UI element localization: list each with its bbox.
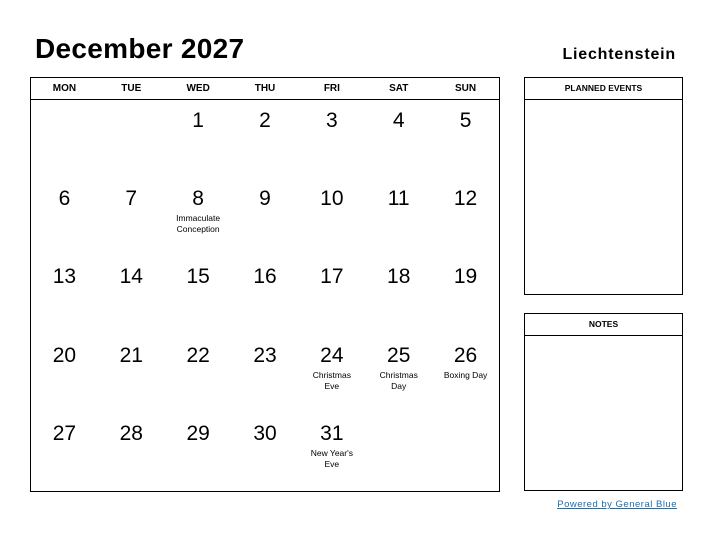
weekday-sat: SAT [389, 83, 409, 94]
day-number: 29 [186, 421, 210, 445]
day-number: 20 [52, 343, 77, 367]
day-cell: 31 New Year's Eve [298, 413, 365, 491]
calendar-title: December 2027 [35, 33, 245, 64]
calendar-grid: MON TUE WED THU FRI SAT SUN 1 2 3 4 5 6 7 8 Imma… [30, 77, 500, 492]
planned-events-heading: PLANNED EVENTS [525, 78, 682, 100]
day-number: 12 [453, 187, 478, 211]
day-number: 4 [392, 109, 405, 132]
day-cell: 1 [165, 100, 232, 178]
day-number: 19 [453, 265, 478, 289]
day-cell: 25 Christmas Day [365, 335, 432, 413]
day-cells: 1 2 3 4 5 6 7 8 Immaculate Conception 9 10 11 12 13 14… [31, 100, 499, 491]
day-number: 17 [320, 265, 344, 289]
day-number: 8 [192, 187, 204, 211]
day-number: 23 [253, 343, 277, 367]
day-cell: 27 [31, 413, 98, 491]
day-cell: 9 [232, 178, 299, 256]
day-number: 11 [387, 187, 410, 211]
weekday-sun: SUN [455, 83, 477, 94]
day-cell: 4 [365, 100, 432, 178]
day-cell: 23 [232, 335, 299, 413]
day-number: 7 [125, 187, 138, 211]
day-number: 24 [320, 343, 344, 367]
day-number: 26 [453, 343, 478, 367]
day-number: 1 [192, 109, 204, 132]
day-cell [365, 413, 432, 491]
day-cell: 2 [232, 100, 299, 178]
day-number: 18 [387, 265, 411, 289]
day-cell: 14 [98, 256, 165, 334]
notes-panel: NOTES [524, 313, 683, 491]
holiday-label: Christmas Eve [312, 369, 351, 391]
day-cell: 28 [98, 413, 165, 491]
planned-events-panel: PLANNED EVENTS [524, 77, 683, 295]
notes-heading: NOTES [525, 314, 682, 336]
day-cell: 30 [232, 413, 299, 491]
day-cell [98, 100, 165, 178]
weekday-header: MON TUE WED THU FRI SAT SUN [31, 78, 499, 100]
day-cell: 20 [31, 335, 98, 413]
day-cell: 15 [165, 256, 232, 334]
day-cell: 19 [432, 256, 499, 334]
country-label: Liechtenstein [562, 46, 676, 63]
day-number: 10 [320, 187, 344, 211]
powered-by-link[interactable]: Powered by General Blue [557, 499, 677, 510]
day-number: 6 [58, 187, 71, 211]
day-number: 3 [326, 109, 338, 132]
day-cell: 6 [31, 178, 98, 256]
day-cell [31, 100, 98, 178]
weekday-tue: TUE [121, 83, 142, 94]
day-number: 15 [186, 265, 210, 289]
day-number: 21 [119, 343, 143, 367]
day-cell: 8 Immaculate Conception [165, 178, 232, 256]
day-number: 14 [119, 265, 143, 289]
day-number: 31 [320, 421, 344, 445]
day-cell: 10 [298, 178, 365, 256]
weekday-wed: WED [186, 83, 210, 94]
day-cell: 24 Christmas Eve [298, 335, 365, 413]
holiday-label: Christmas Day [379, 369, 418, 391]
day-cell: 16 [232, 256, 299, 334]
day-cell [432, 413, 499, 491]
day-number: 2 [259, 109, 271, 132]
day-cell: 12 [432, 178, 499, 256]
day-number: 5 [459, 109, 472, 132]
day-number: 28 [119, 421, 143, 445]
day-cell: 13 [31, 256, 98, 334]
holiday-label: Immaculate Conception [176, 213, 221, 235]
day-cell: 11 [365, 178, 432, 256]
day-number: 9 [259, 187, 271, 211]
day-number: 30 [253, 421, 277, 445]
day-number: 16 [253, 265, 277, 289]
day-cell: 5 [432, 100, 499, 178]
day-cell: 17 [298, 256, 365, 334]
day-number: 22 [186, 343, 210, 367]
day-number: 27 [52, 421, 77, 445]
weekday-thu: THU [254, 83, 276, 94]
day-cell: 7 [98, 178, 165, 256]
holiday-label: New Year's Eve [310, 447, 353, 469]
day-number: 25 [387, 343, 411, 367]
day-cell: 22 [165, 335, 232, 413]
holiday-label: Boxing Day [443, 369, 488, 380]
weekday-mon: MON [52, 83, 77, 94]
day-cell: 3 [298, 100, 365, 178]
weekday-fri: FRI [323, 83, 340, 94]
day-number: 13 [52, 265, 77, 289]
day-cell: 29 [165, 413, 232, 491]
day-cell: 26 Boxing Day [432, 335, 499, 413]
day-cell: 18 [365, 256, 432, 334]
day-cell: 21 [98, 335, 165, 413]
